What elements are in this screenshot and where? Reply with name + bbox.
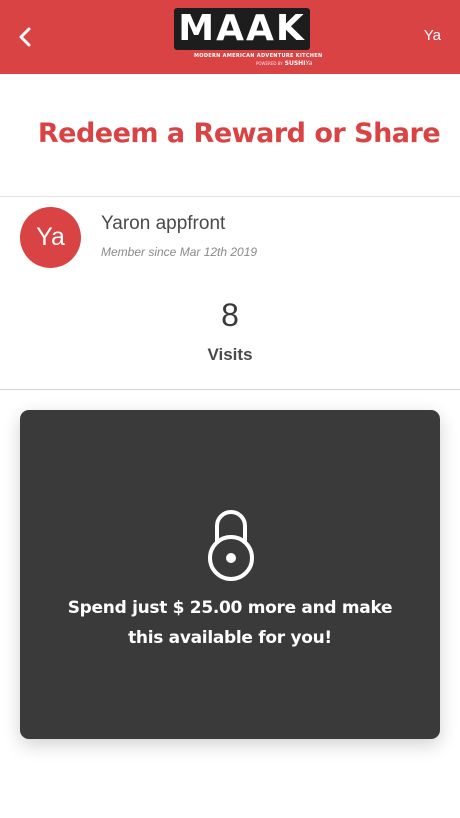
logo-brand-suffix: Ya xyxy=(305,60,313,67)
member-since: Member since Mar 12th 2019 xyxy=(101,245,258,259)
visits-label: Visits xyxy=(207,345,253,364)
maak-logo: MAAK MODERN AMERICAN ADVENTURE KITCHEN P… xyxy=(174,8,323,68)
logo-powered-by: POWERED BY SUSHIYa xyxy=(256,60,312,67)
lock-icon xyxy=(208,510,254,581)
logo-tagline: MODERN AMERICAN ADVENTURE KITCHEN xyxy=(194,53,323,59)
user-name: Yaron appfront xyxy=(101,213,226,234)
logo-wordmark: MAAK xyxy=(174,8,310,50)
app-header: MAAK MODERN AMERICAN ADVENTURE KITCHEN P… xyxy=(0,0,460,74)
page-title: Redeem a Reward or Share xyxy=(37,118,441,149)
avatar: Ya xyxy=(20,207,81,268)
reward-message-line: this available for you! xyxy=(128,628,332,648)
logo-brand: SUSHI xyxy=(284,60,306,67)
divider xyxy=(0,196,460,197)
header-user-initials[interactable]: Ya xyxy=(424,27,441,44)
reward-message-line: Spend just $ 25.00 more and make xyxy=(67,598,393,618)
logo-powered-label: POWERED BY xyxy=(256,61,283,66)
back-button[interactable] xyxy=(10,22,40,52)
reward-message: Spend just $ 25.00 more and make this av… xyxy=(40,593,420,653)
divider xyxy=(0,389,460,390)
visits-count: 8 xyxy=(221,297,239,333)
reward-card[interactable]: Spend just $ 25.00 more and make this av… xyxy=(20,410,440,739)
chevron-left-icon xyxy=(19,27,31,47)
